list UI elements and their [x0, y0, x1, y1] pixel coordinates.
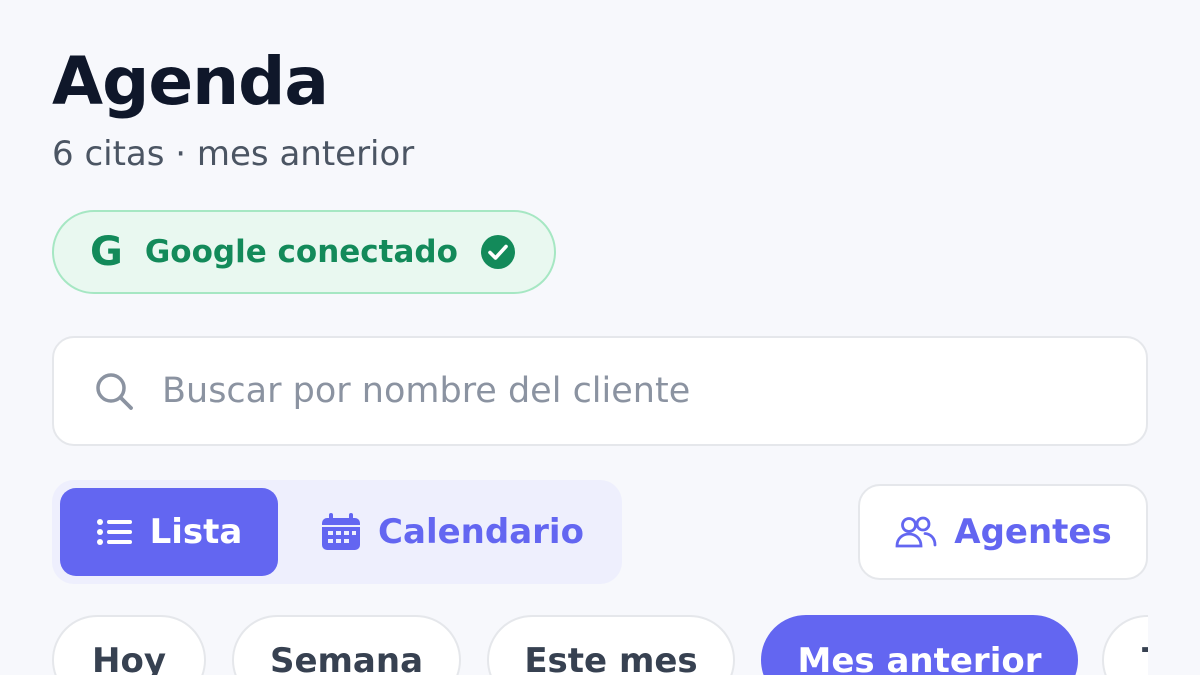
- view-toggle: Lista Calendario: [52, 480, 622, 584]
- filter-chip-label: Mes anterior: [797, 641, 1042, 675]
- calendar-icon: [322, 513, 361, 550]
- page-title: Agenda: [52, 43, 329, 120]
- search-input[interactable]: [162, 371, 1062, 411]
- filter-chip-more[interactable]: T: [1102, 615, 1148, 675]
- check-circle-icon: [480, 235, 515, 269]
- google-connected-badge[interactable]: G Google conectado: [52, 210, 556, 294]
- list-icon: [96, 519, 132, 545]
- filter-chips: Hoy Semana Este mes Mes anterior T: [0, 615, 1148, 675]
- filter-chip-label: Este mes: [524, 641, 698, 675]
- search-bar[interactable]: [52, 336, 1148, 446]
- filter-chip-label: T: [1142, 641, 1148, 675]
- filter-chip-este-mes[interactable]: Este mes: [487, 615, 735, 675]
- agents-button[interactable]: Agentes: [858, 484, 1148, 580]
- tab-calendario-label: Calendario: [378, 512, 584, 552]
- agents-button-label: Agentes: [954, 512, 1112, 552]
- tab-lista[interactable]: Lista: [60, 488, 278, 576]
- tab-calendario[interactable]: Calendario: [290, 488, 614, 576]
- page-subtitle: 6 citas · mes anterior: [52, 134, 415, 174]
- filter-chip-label: Semana: [269, 641, 424, 675]
- agenda-page: Agenda 6 citas · mes anterior G Google c…: [0, 0, 1200, 675]
- filter-chip-semana[interactable]: Semana: [232, 615, 461, 675]
- filter-chip-label: Hoy: [92, 641, 166, 675]
- search-icon: [96, 373, 133, 410]
- filter-chip-hoy[interactable]: Hoy: [52, 615, 206, 675]
- google-icon: G: [90, 229, 123, 275]
- filter-chip-mes-anterior[interactable]: Mes anterior: [761, 615, 1078, 675]
- users-icon: [895, 516, 937, 548]
- tab-lista-label: Lista: [149, 512, 243, 552]
- google-connected-label: Google conectado: [144, 234, 458, 270]
